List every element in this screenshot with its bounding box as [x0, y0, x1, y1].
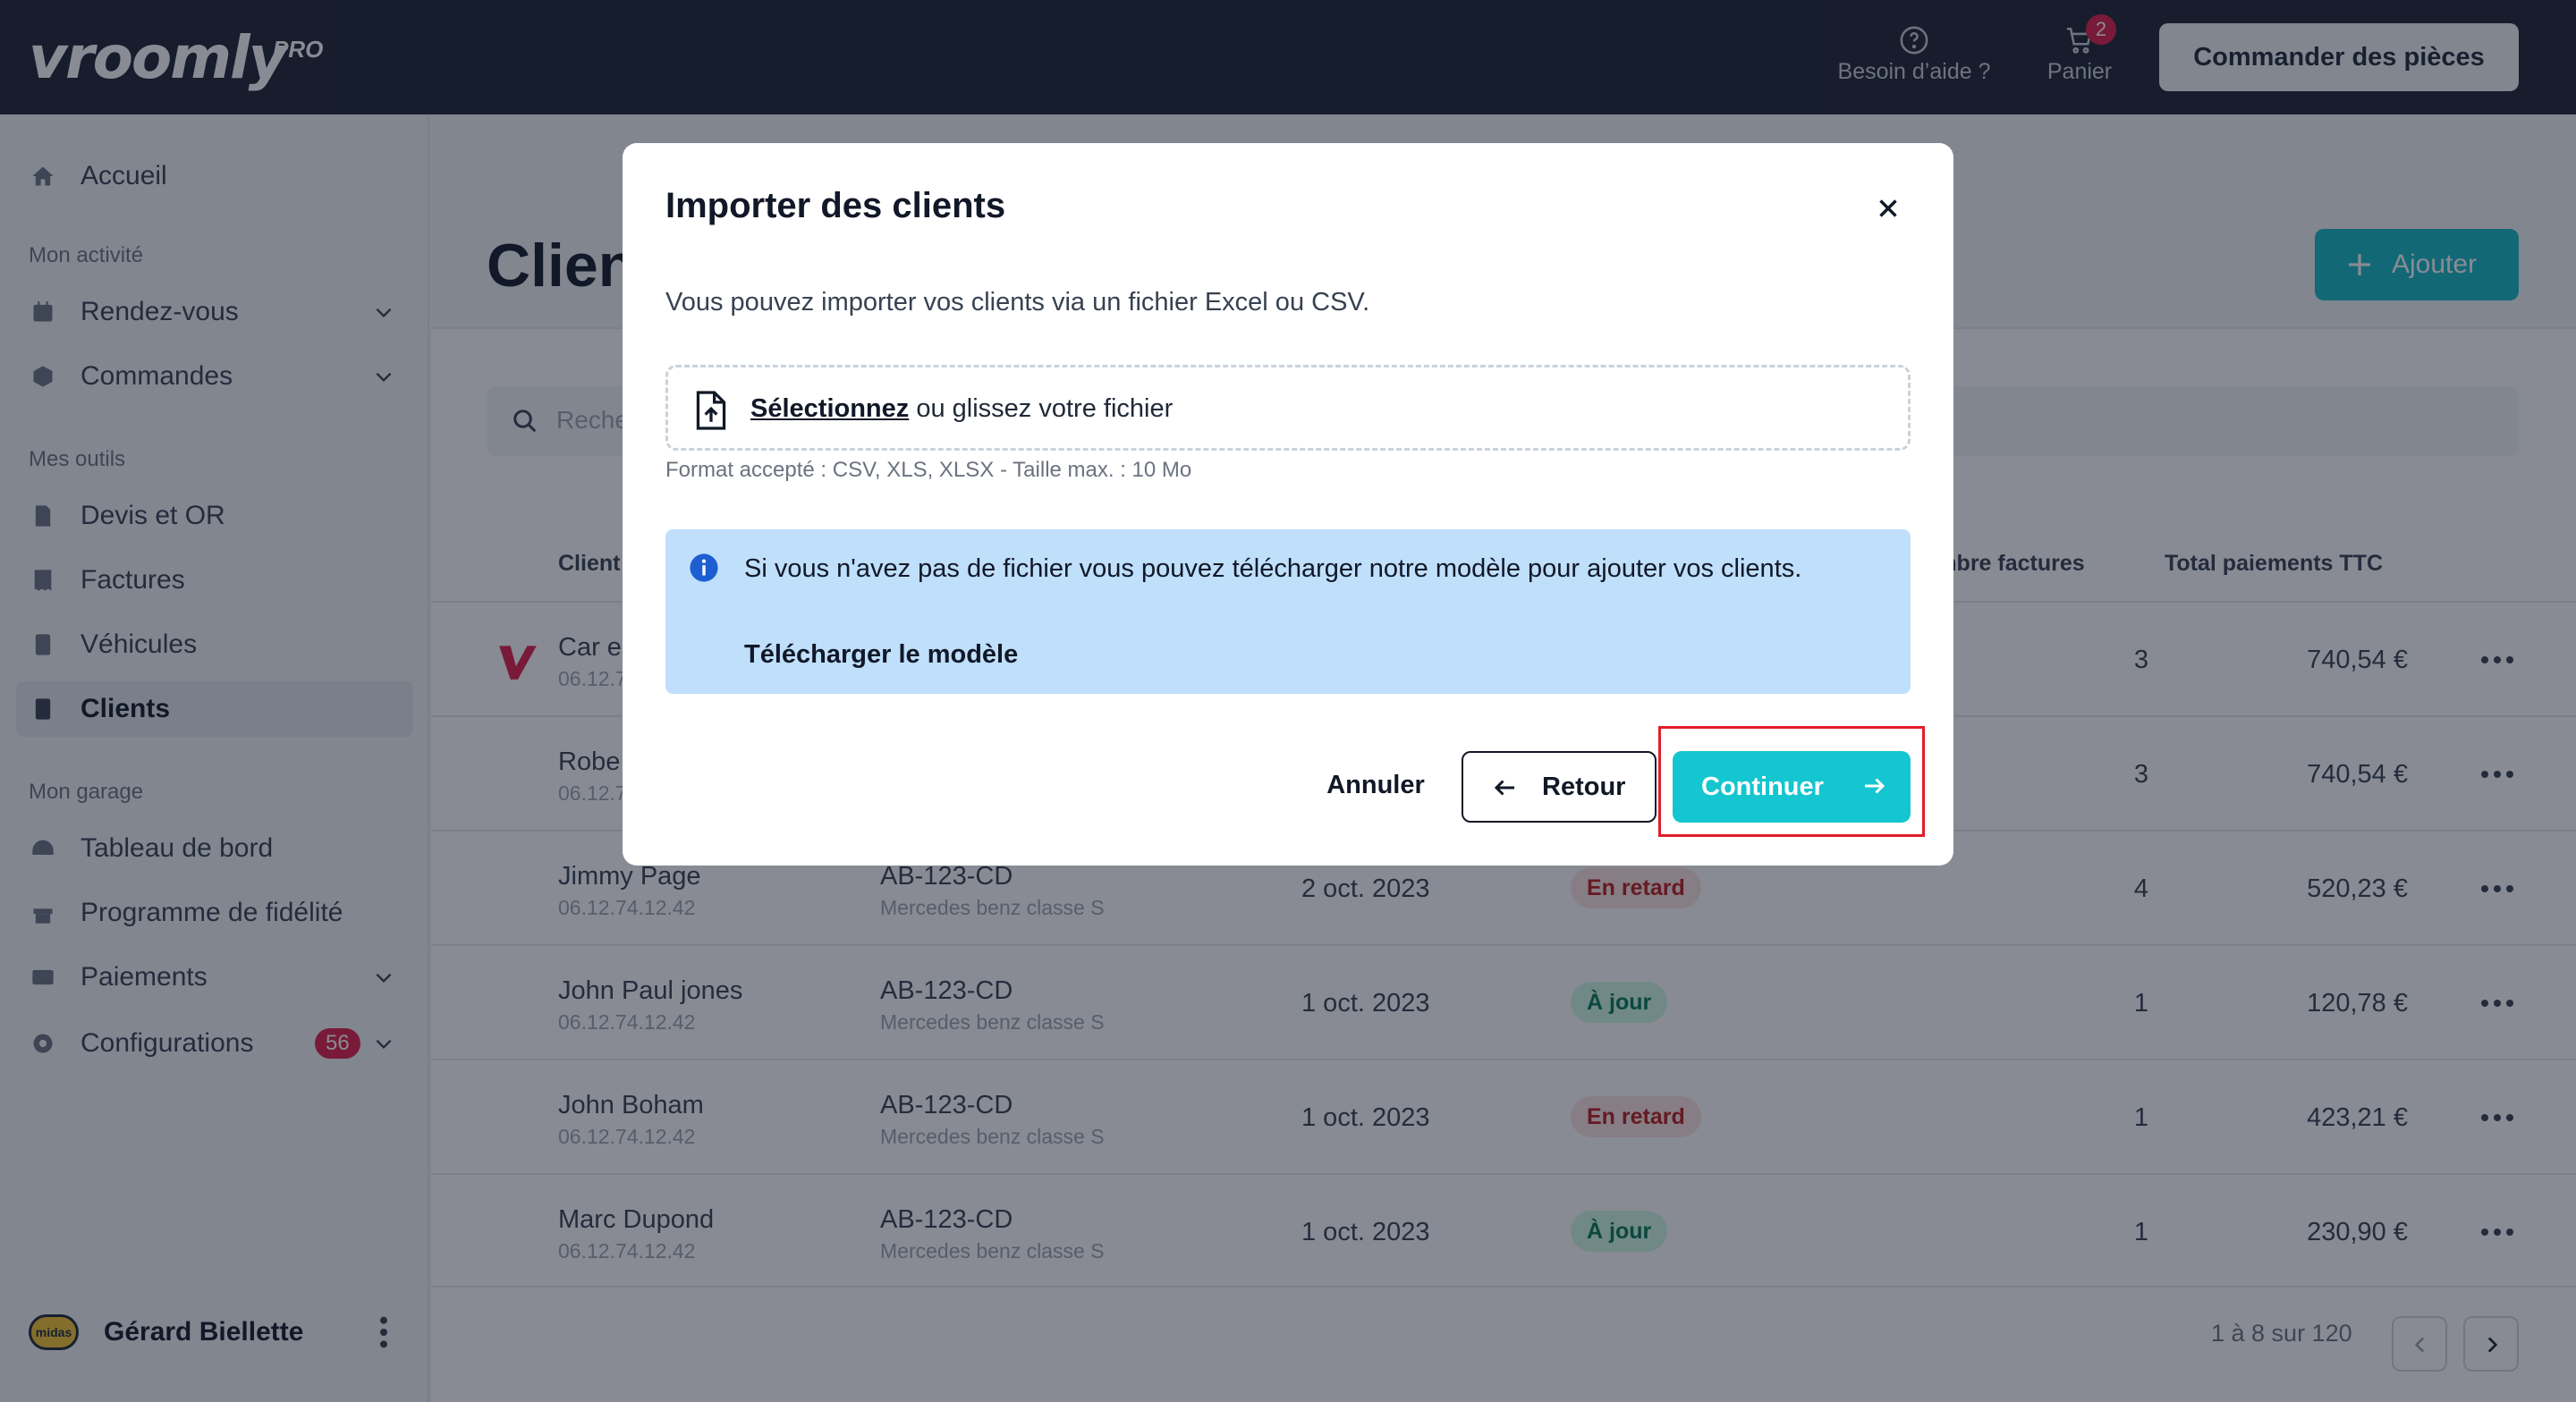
dropzone-text: Sélectionnez ou glissez votre fichier: [750, 394, 1173, 424]
dialog-title: Importer des clients: [665, 186, 1006, 225]
file-upload-icon: [696, 391, 726, 430]
dialog-description: Vous pouvez importer vos clients via un …: [665, 288, 1370, 317]
info-message: Si vous n'avez pas de fichier vous pouve…: [744, 554, 1802, 583]
back-button[interactable]: Retour: [1462, 751, 1657, 823]
continue-highlight-box: [1658, 726, 1925, 837]
back-button-label: Retour: [1542, 773, 1626, 801]
template-info-box: Si vous n'avez pas de fichier vous pouve…: [665, 529, 1911, 694]
format-hint: Format accepté : CSV, XLS, XLSX - Taille…: [665, 458, 1192, 482]
download-template-link[interactable]: Télécharger le modèle: [744, 640, 1018, 670]
arrow-left-icon: [1494, 780, 1514, 796]
close-icon[interactable]: [1873, 193, 1903, 224]
select-file-link[interactable]: Sélectionnez: [750, 394, 909, 423]
info-icon: [690, 553, 718, 582]
dropzone-instructions: ou glissez votre fichier: [909, 394, 1174, 423]
cancel-button[interactable]: Annuler: [1295, 749, 1456, 821]
import-clients-dialog: Importer des clients Vous pouvez importe…: [623, 143, 1953, 866]
file-dropzone[interactable]: Sélectionnez ou glissez votre fichier: [665, 365, 1911, 451]
